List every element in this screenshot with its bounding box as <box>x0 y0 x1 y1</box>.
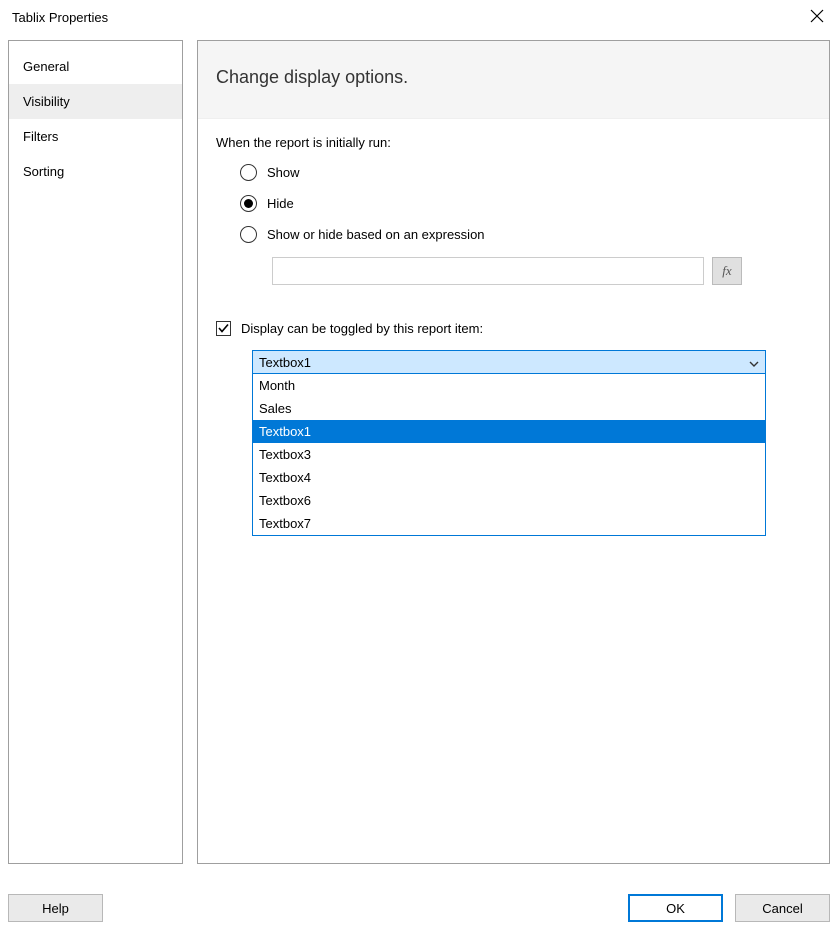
combo-display[interactable]: Textbox1 <box>253 351 765 374</box>
initial-run-label: When the report is initially run: <box>216 135 811 150</box>
titlebar: Tablix Properties <box>0 0 838 34</box>
combo-option[interactable]: Sales <box>253 397 765 420</box>
toggle-checkbox-row[interactable]: Display can be toggled by this report it… <box>216 321 811 336</box>
page-heading: Change display options. <box>198 41 829 119</box>
main-body: When the report is initially run: Show H… <box>198 119 829 554</box>
sidebar-item-general[interactable]: General <box>9 49 182 84</box>
content-area: General Visibility Filters Sorting Chang… <box>8 40 830 864</box>
radio-group-initial-visibility: Show Hide Show or hide based on an expre… <box>216 164 811 243</box>
combo-option[interactable]: Textbox3 <box>253 443 765 466</box>
button-bar: Help OK Cancel <box>8 894 830 922</box>
radio-icon <box>240 195 257 212</box>
close-icon[interactable] <box>806 9 828 26</box>
combo-selected-value: Textbox1 <box>259 355 311 370</box>
fx-button[interactable]: fx <box>712 257 742 285</box>
cancel-button[interactable]: Cancel <box>735 894 830 922</box>
combo-option[interactable]: Textbox4 <box>253 466 765 489</box>
toggle-checkbox-label: Display can be toggled by this report it… <box>241 321 483 336</box>
toggle-item-combo[interactable]: Textbox1 Month Sales Textbox1 Textbox3 T… <box>252 350 766 536</box>
ok-button[interactable]: OK <box>628 894 723 922</box>
radio-label: Hide <box>267 196 294 211</box>
combo-option[interactable]: Month <box>253 374 765 397</box>
expression-row: fx <box>216 257 811 285</box>
sidebar-item-sorting[interactable]: Sorting <box>9 154 182 189</box>
combo-list: Month Sales Textbox1 Textbox3 Textbox4 T… <box>253 374 765 535</box>
combo-option[interactable]: Textbox6 <box>253 489 765 512</box>
window-title: Tablix Properties <box>12 10 108 25</box>
sidebar-item-visibility[interactable]: Visibility <box>9 84 182 119</box>
expression-input[interactable] <box>272 257 704 285</box>
toggle-item-combo-wrap: Textbox1 Month Sales Textbox1 Textbox3 T… <box>216 350 811 536</box>
radio-hide[interactable]: Hide <box>240 195 811 212</box>
fx-icon: fx <box>722 263 731 279</box>
help-button[interactable]: Help <box>8 894 103 922</box>
radio-icon <box>240 164 257 181</box>
sidebar-item-filters[interactable]: Filters <box>9 119 182 154</box>
button-group-right: OK Cancel <box>628 894 830 922</box>
checkbox-icon <box>216 321 231 336</box>
radio-icon <box>240 226 257 243</box>
combo-option[interactable]: Textbox7 <box>253 512 765 535</box>
main-panel: Change display options. When the report … <box>197 40 830 864</box>
chevron-down-icon <box>749 355 759 370</box>
radio-label: Show <box>267 165 300 180</box>
radio-label: Show or hide based on an expression <box>267 227 485 242</box>
radio-expression[interactable]: Show or hide based on an expression <box>240 226 811 243</box>
radio-show[interactable]: Show <box>240 164 811 181</box>
sidebar: General Visibility Filters Sorting <box>8 40 183 864</box>
combo-option[interactable]: Textbox1 <box>253 420 765 443</box>
